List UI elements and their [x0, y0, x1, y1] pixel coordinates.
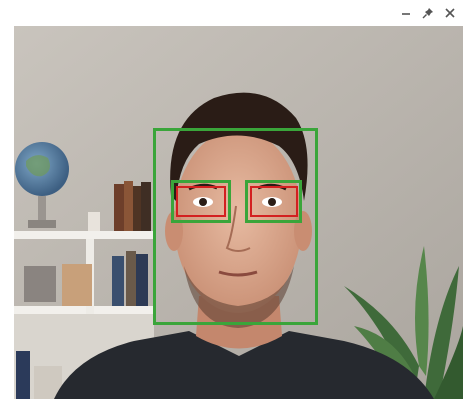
pin-button[interactable] — [421, 5, 435, 21]
minimize-icon — [402, 13, 410, 15]
webcam-feed — [14, 26, 463, 399]
close-icon — [445, 8, 455, 18]
minimize-button[interactable] — [399, 5, 413, 21]
pin-icon — [422, 8, 433, 19]
webcam-scene — [14, 26, 463, 399]
close-button[interactable] — [443, 5, 457, 21]
app-window — [0, 0, 463, 399]
window-controls — [399, 4, 457, 22]
title-bar — [0, 0, 463, 26]
